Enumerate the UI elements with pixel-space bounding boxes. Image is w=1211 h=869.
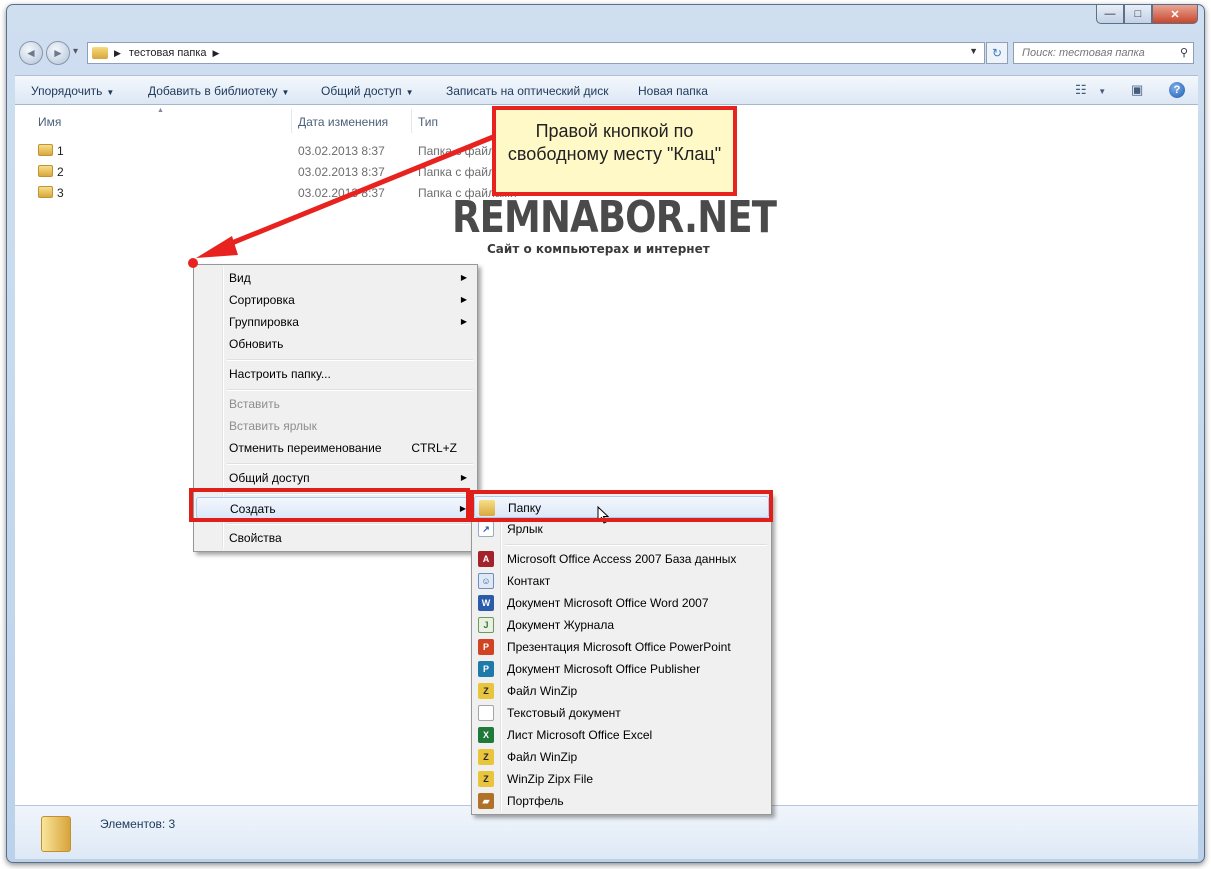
callout-text: Правой кнопкой по свободному месту "Клац… — [507, 121, 722, 164]
instruction-callout: Правой кнопкой по свободному месту "Клац… — [492, 106, 737, 196]
watermark-logo: REMNABOR.NET — [452, 192, 777, 243]
watermark-subtitle: Сайт о компьютерах и интернет — [487, 242, 710, 256]
